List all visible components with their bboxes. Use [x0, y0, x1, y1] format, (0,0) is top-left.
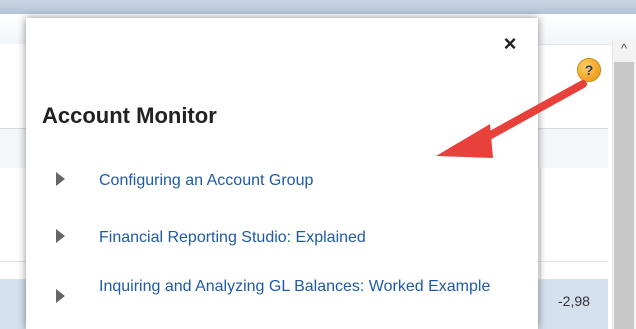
partial-amount-value: -2,98 [558, 293, 590, 309]
expand-triangle-icon[interactable] [56, 289, 65, 303]
help-topic-link[interactable]: Financial Reporting Studio: Explained [99, 227, 366, 248]
app-top-bar [0, 0, 636, 14]
close-button[interactable]: × [496, 30, 524, 58]
help-topic-item[interactable]: Inquiring and Analyzing GL Balances: Wor… [56, 276, 526, 303]
expand-triangle-icon[interactable] [56, 172, 65, 186]
popup-title: Account Monitor [42, 103, 217, 128]
help-icon[interactable]: ? [578, 59, 600, 81]
help-topic-link[interactable]: Configuring an Account Group [99, 170, 313, 191]
scrollbar-thumb[interactable] [614, 62, 634, 329]
help-topic-link[interactable]: Inquiring and Analyzing GL Balances: Wor… [99, 276, 490, 297]
help-topic-item[interactable]: Configuring an Account Group [56, 170, 526, 191]
expand-triangle-icon[interactable] [56, 229, 65, 243]
help-popup: × Account Monitor Configuring an Account… [26, 18, 538, 329]
screen: -2,98 ^ ? × Account Monitor Configuring … [0, 0, 636, 329]
help-topic-item[interactable]: Financial Reporting Studio: Explained [56, 227, 526, 248]
scroll-up-arrow-icon[interactable]: ^ [615, 40, 633, 58]
